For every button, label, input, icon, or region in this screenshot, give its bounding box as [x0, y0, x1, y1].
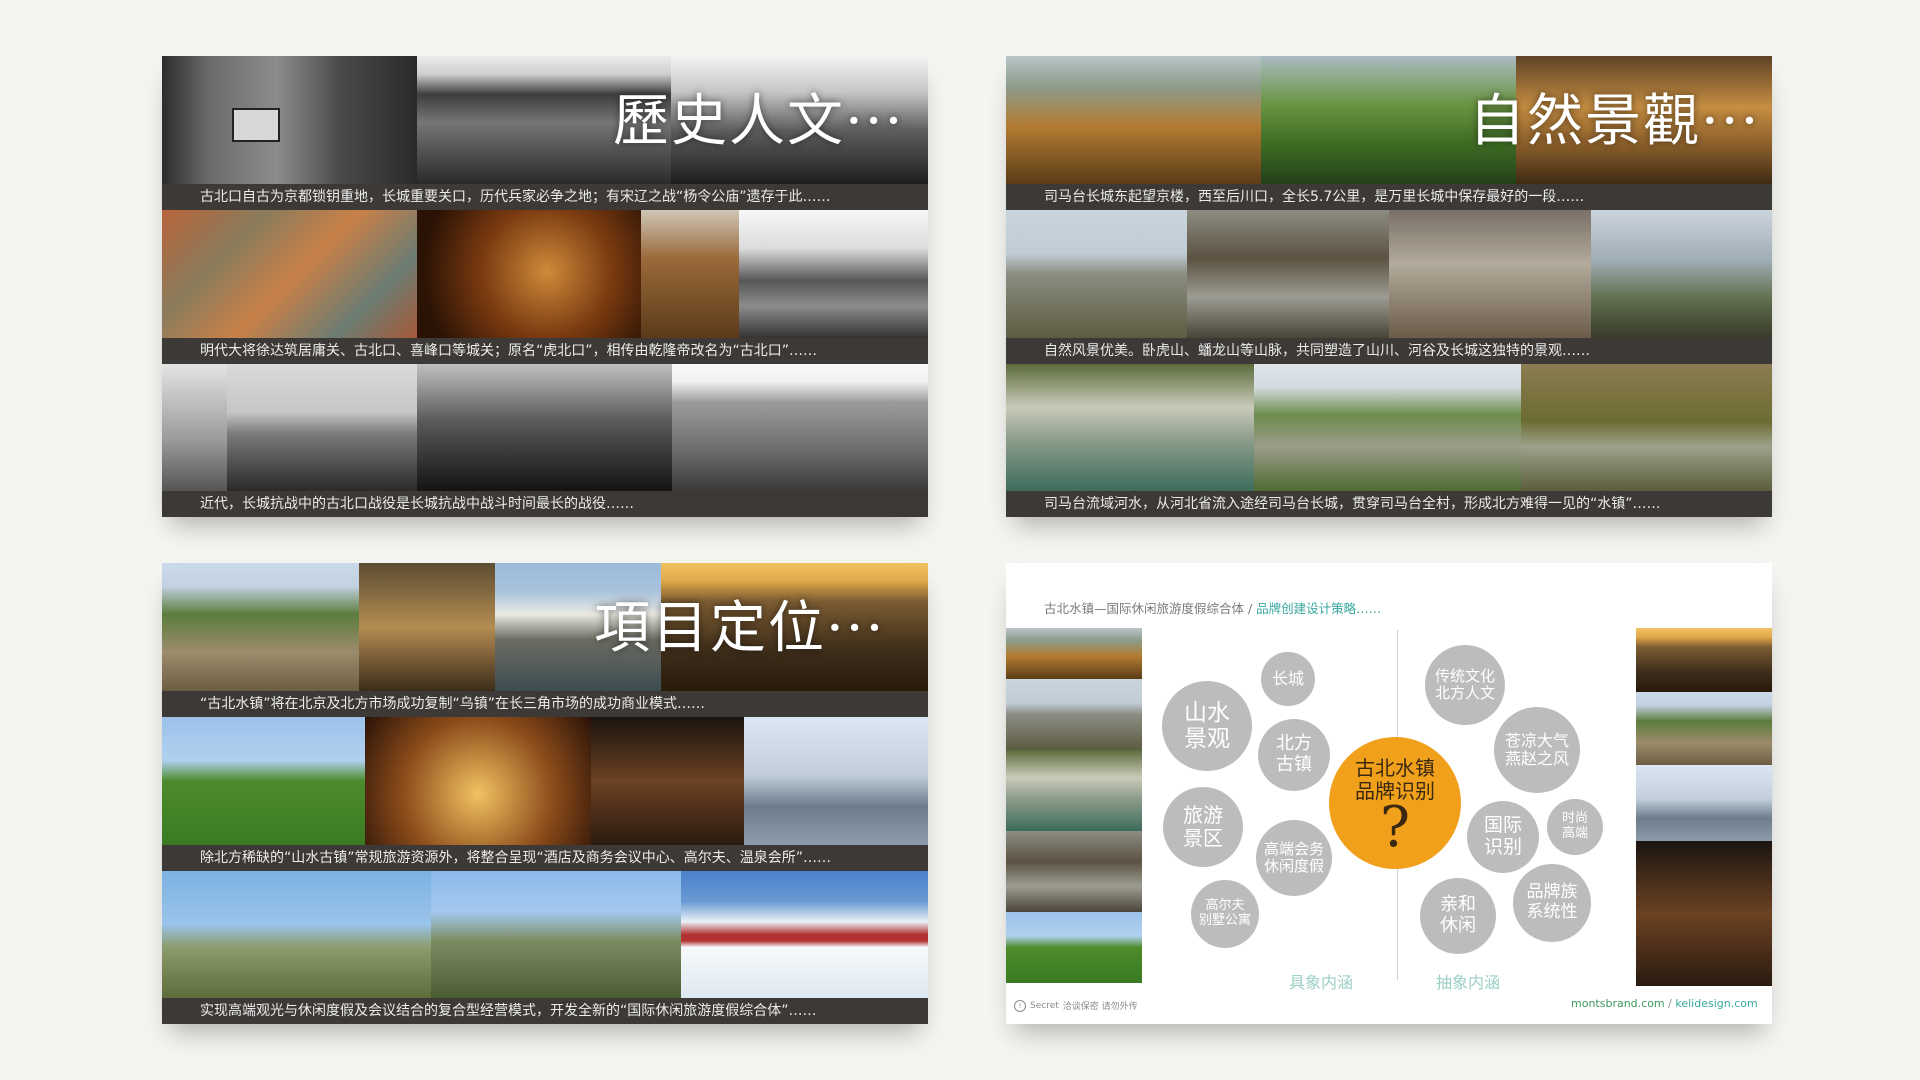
photo-misty-wall	[1591, 210, 1772, 338]
thumbnail	[1006, 912, 1142, 983]
concept-circle: 北方 古镇	[1258, 719, 1330, 791]
caption: 自然风景优美。卧虎山、蟠龙山等山脉，共同塑造了山川、河谷及长城这独特的景观……	[1006, 338, 1772, 364]
photo-row	[162, 871, 928, 998]
history-slide: 古北口自古为京都锁钥重地，长城重要关口，历代兵家必争之地；有宋辽之战“杨令公庙”…	[162, 56, 928, 517]
photo-stone-marker	[1006, 210, 1187, 338]
photo-mural	[162, 210, 417, 338]
photo-great-wall	[641, 210, 739, 338]
concept-circle: 高尔夫 别墅公寓	[1191, 880, 1259, 948]
photo-party	[591, 717, 744, 845]
concept-circle: 亲和 休闲	[1420, 878, 1496, 954]
caption: 司马台流域河水，从河北省流入途经司马台长城，贯穿司马台全村，形成北方难得一见的“…	[1006, 491, 1772, 517]
photo-town-square	[162, 563, 359, 691]
photo-row	[162, 717, 928, 845]
photo-city-gate	[162, 56, 417, 184]
photo-great-wall	[431, 871, 681, 998]
info-icon: !	[1014, 999, 1026, 1012]
site-separator: /	[1664, 997, 1676, 1010]
caption: “古北水镇”将在北京及北方市场成功复制“乌镇”在长三角市场的成功商业模式……	[162, 691, 928, 717]
concept-circle: 旅游 景区	[1163, 787, 1243, 867]
photo-soldiers	[227, 364, 417, 491]
thumbnail	[1006, 628, 1142, 679]
photo-relic	[417, 210, 641, 338]
photo-battle-wall	[672, 364, 928, 491]
photo-valley	[1389, 210, 1591, 338]
nature-slide: 司马台长城东起望京楼，西至后川口，全长5.7公里，是万里长城中保存最好的一段………	[1006, 56, 1772, 517]
thumbnail-column-right	[1636, 628, 1772, 986]
slide-title: 自然景觀···	[1469, 89, 1761, 154]
photo-sign	[162, 364, 227, 491]
thumbnail	[1006, 679, 1142, 750]
photo-row	[162, 364, 928, 491]
thumbnail	[1636, 692, 1772, 765]
photo-river	[1521, 364, 1772, 491]
photo-cable-car	[162, 871, 431, 998]
brand-strategy-slide: 古北水镇—国际休闲旅游度假综合体 / 品牌创建设计策略…… 山水 景观 长城 北…	[1006, 563, 1772, 1024]
photo-ruins	[739, 210, 928, 338]
concept-circle: 苍凉大气 燕赵之风	[1494, 707, 1580, 793]
caption: 明代大将徐达筑居庸关、古北口、喜峰口等城关；原名“虎北口”，相传由乾隆帝改名为“…	[162, 338, 928, 364]
footer-sites: montsbrand.com / kelidesign.com	[1571, 997, 1758, 1010]
caption: 实现高端观光与休闲度假及会议结合的复合型经营模式，开发全新的“国际休闲旅游度假综…	[162, 998, 928, 1024]
photo-hotel-lobby	[365, 717, 591, 845]
photo-old-street	[359, 563, 495, 691]
concept-circle: 时尚 高端	[1547, 799, 1603, 855]
photo-crowd	[417, 364, 672, 491]
photo-row	[162, 210, 928, 338]
question-mark: ?	[1379, 795, 1411, 860]
header-accent: 品牌创建设计策略……	[1256, 601, 1382, 616]
caption: 司马台长城东起望京楼，西至后川口，全长5.7公里，是万里长城中保存最好的一段……	[1006, 184, 1772, 210]
thumbnail	[1636, 628, 1772, 692]
photo-golf	[162, 717, 365, 845]
concept-circle: 传统文化 北方人文	[1425, 645, 1505, 725]
concept-circle: 山水 景观	[1162, 681, 1252, 771]
thumbnail-column-left	[1006, 628, 1142, 983]
abstract-label: 抽象内涵	[1436, 973, 1501, 992]
thumbnail	[1636, 841, 1772, 986]
site-link[interactable]: montsbrand.com	[1571, 997, 1665, 1010]
photo-snow-train	[681, 871, 928, 998]
photo-village	[1187, 210, 1389, 338]
thumbnail	[1006, 750, 1142, 831]
confidential-note: ! Secret 洽谈保密 请勿外传	[1014, 999, 1138, 1012]
concrete-label: 具象内涵	[1289, 973, 1354, 992]
photo-dam	[1006, 364, 1254, 491]
thumbnail	[1006, 831, 1142, 912]
concept-circle: 品牌族 系统性	[1513, 864, 1591, 942]
brand-identity-circle: 古北水镇 品牌识别 ?	[1329, 737, 1461, 869]
thumbnail	[1636, 765, 1772, 841]
caption: 除北方稀缺的“山水古镇”常规旅游资源外，将整合呈现“酒店及商务会议中心、高尔夫、…	[162, 845, 928, 871]
slide-header: 古北水镇—国际休闲旅游度假综合体 / 品牌创建设计策略……	[1044, 598, 1381, 617]
photo-row	[1006, 210, 1772, 338]
photo-row	[1006, 364, 1772, 491]
concept-circle: 国际 识别	[1467, 801, 1539, 873]
photo-river-town	[1254, 364, 1521, 491]
photo-great-wall	[1006, 56, 1261, 184]
concept-circle: 长城	[1261, 652, 1315, 706]
header-main: 古北水镇—国际休闲旅游度假综合体 /	[1044, 601, 1257, 616]
caption: 古北口自古为京都锁钥重地，长城重要关口，历代兵家必争之地；有宋辽之战“杨令公庙”…	[162, 184, 928, 210]
caption: 近代，长城抗战中的古北口战役是长城抗战中战斗时间最长的战役……	[162, 491, 928, 517]
secret-note: 洽谈保密 请勿外传	[1062, 1002, 1138, 1012]
concept-circle: 高端会务 休闲度假	[1256, 820, 1332, 896]
slide-title: 歷史人文···	[613, 89, 905, 154]
positioning-slide: “古北水镇”将在北京及北方市场成功复制“乌镇”在长三角市场的成功商业模式…… 除…	[162, 563, 928, 1024]
secret-label: Secret	[1030, 1000, 1059, 1011]
site-link[interactable]: kelidesign.com	[1675, 997, 1757, 1010]
photo-modern-building	[744, 717, 928, 845]
slide-title: 項目定位···	[594, 596, 886, 661]
